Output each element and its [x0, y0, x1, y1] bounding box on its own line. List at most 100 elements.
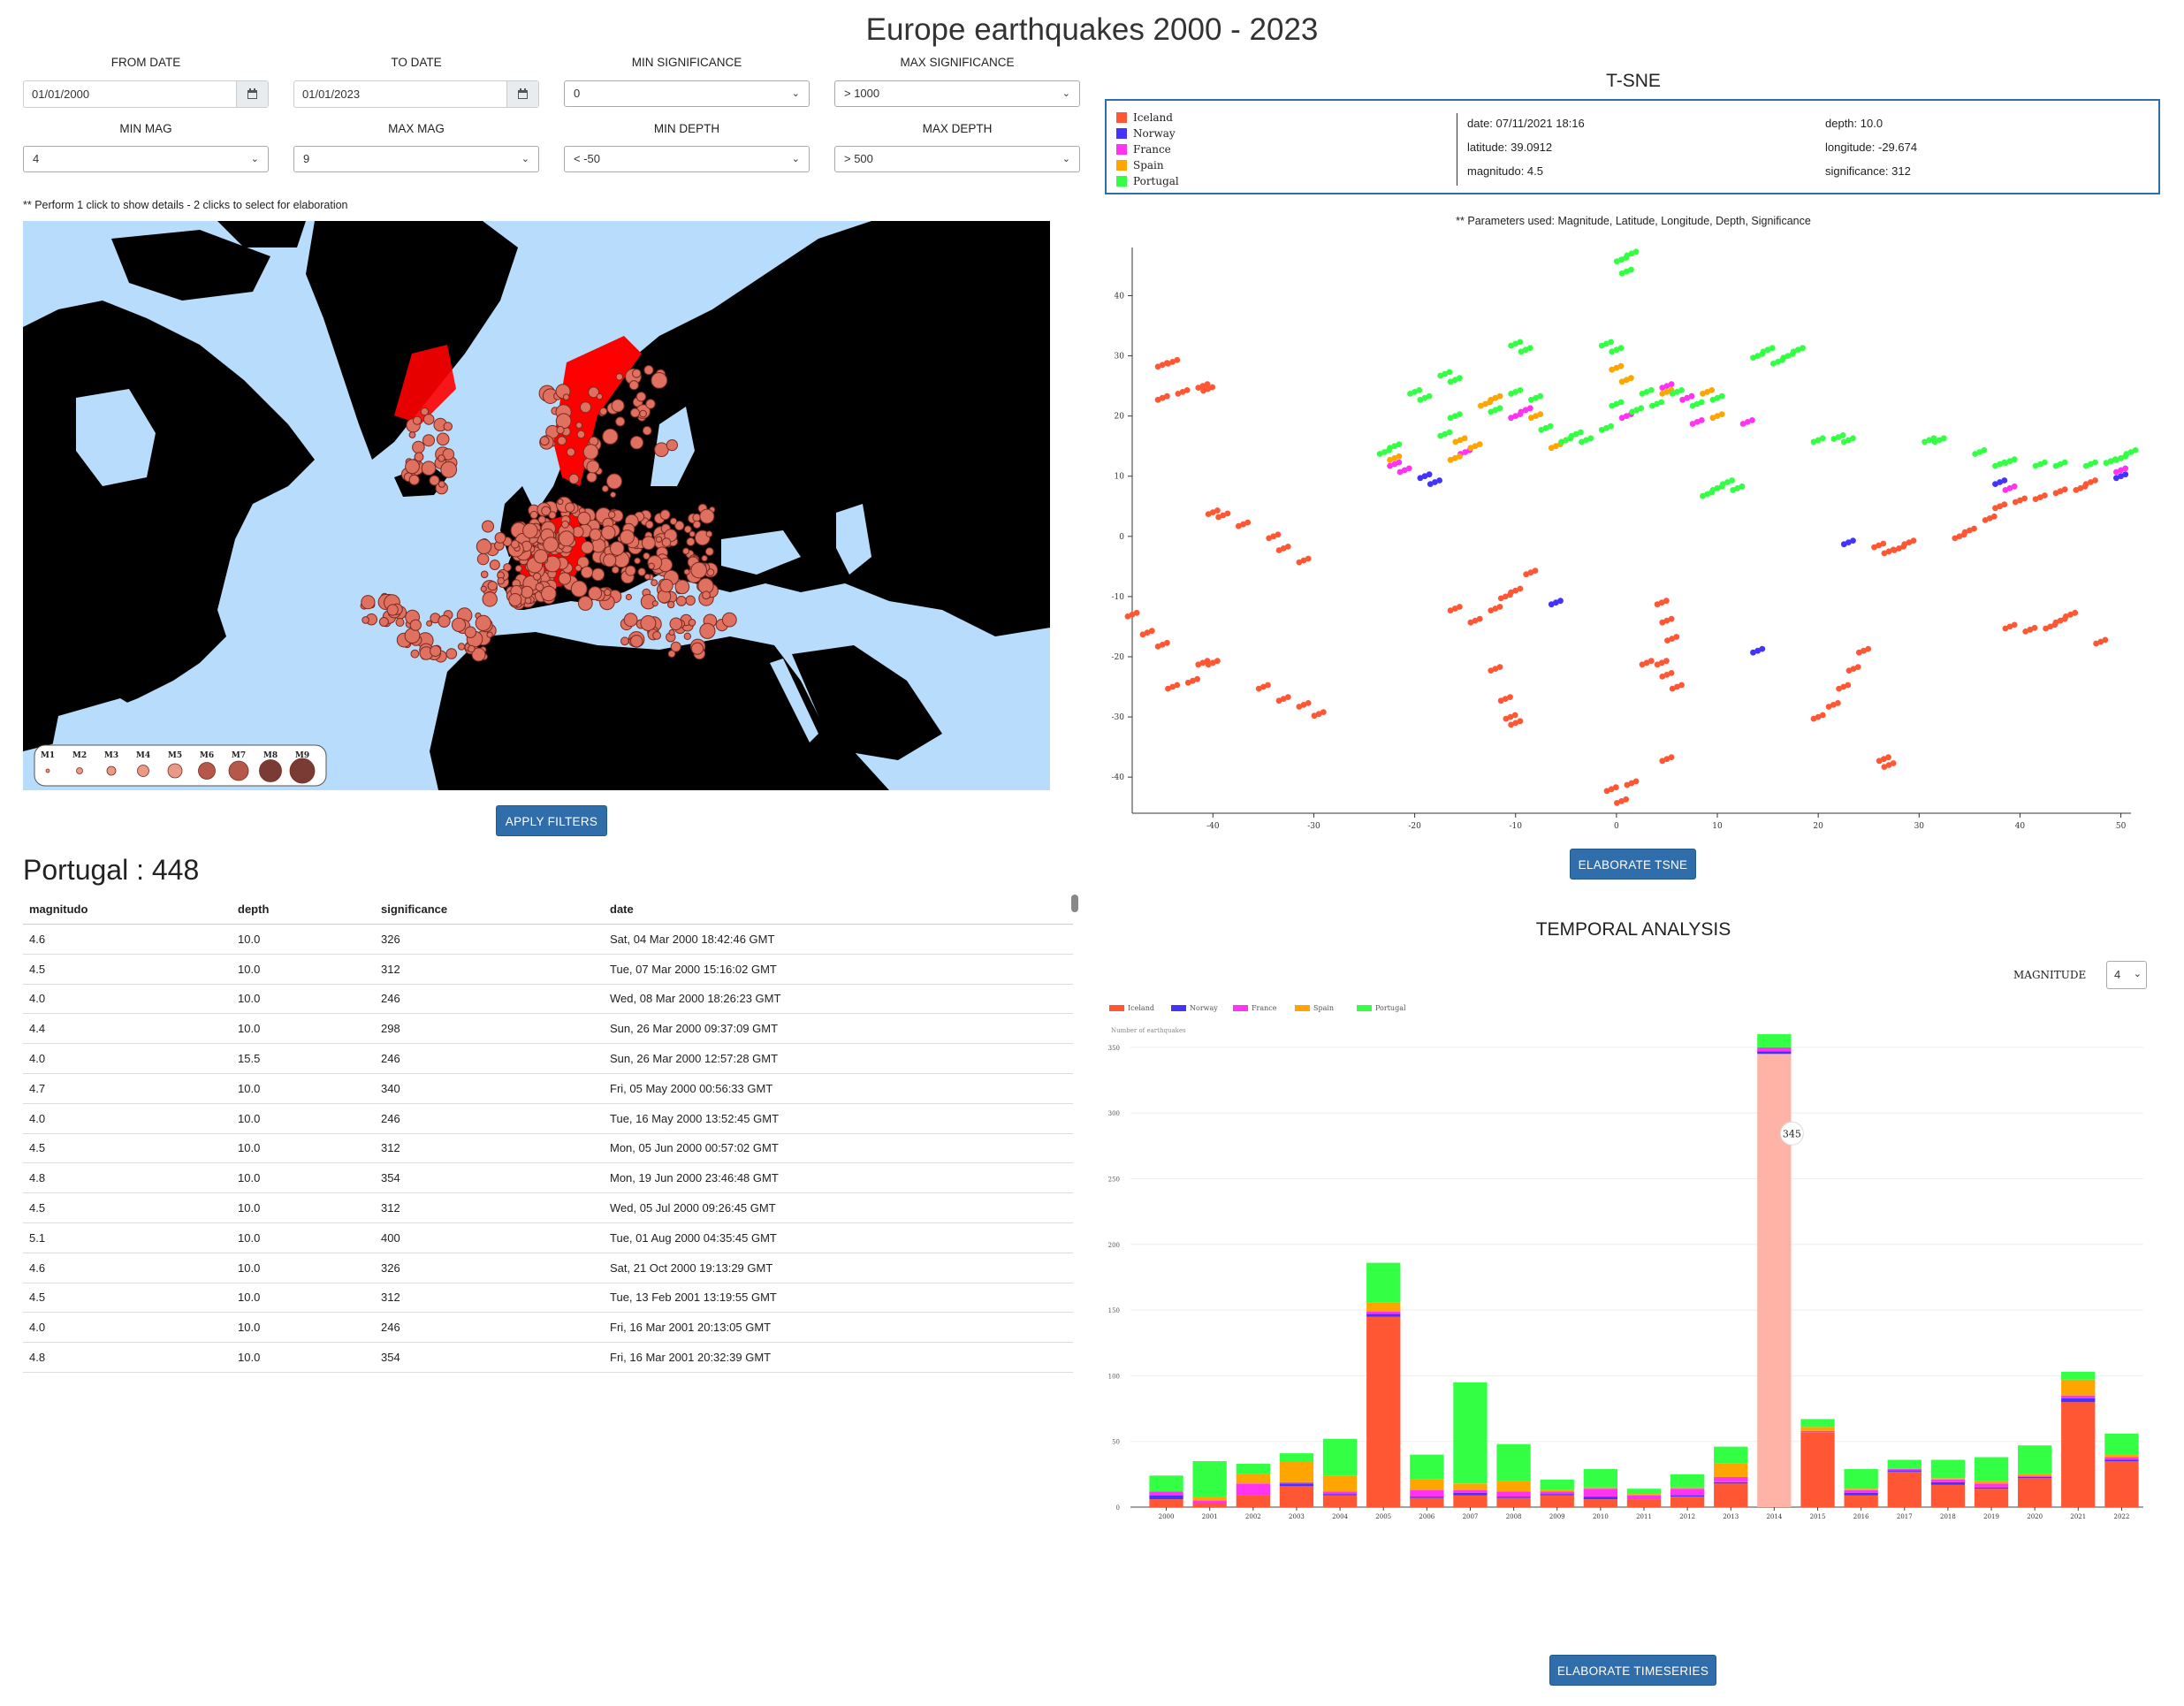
tsne-point[interactable] — [1305, 700, 1312, 706]
tsne-point[interactable] — [1275, 531, 1282, 538]
earthquake-marker[interactable] — [361, 595, 376, 610]
bar-segment[interactable] — [1757, 1054, 1792, 1507]
tsne-point[interactable] — [1476, 615, 1483, 622]
tsne-point[interactable] — [2001, 477, 2008, 484]
bar-segment[interactable] — [1714, 1481, 1748, 1484]
bar-segment[interactable] — [1453, 1495, 1488, 1507]
tsne-point[interactable] — [1678, 682, 1685, 689]
bar-segment[interactable] — [1887, 1459, 1921, 1469]
bar-segment[interactable] — [1670, 1474, 1705, 1488]
earthquake-marker[interactable] — [429, 475, 440, 486]
tsne-point[interactable] — [1628, 266, 1634, 273]
earthquake-marker[interactable] — [628, 380, 639, 391]
tsne-point[interactable] — [1532, 567, 1539, 574]
bar-segment[interactable] — [1800, 1432, 1835, 1507]
tsne-point[interactable] — [1638, 405, 1645, 412]
earthquake-marker[interactable] — [561, 520, 569, 529]
earthquake-marker[interactable] — [721, 612, 737, 628]
tsne-point[interactable] — [2122, 465, 2129, 472]
bar-segment[interactable] — [1496, 1443, 1531, 1481]
bar-segment[interactable] — [1410, 1479, 1444, 1490]
magnitude-select[interactable]: 4 ⌄ — [2106, 961, 2147, 989]
table-row[interactable]: 4.0 10.0 246 Fri, 16 Mar 2001 20:13:05 GMT — [23, 1312, 1073, 1344]
tsne-point[interactable] — [1209, 384, 1216, 391]
earthquake-marker[interactable] — [643, 552, 651, 560]
earthquake-marker[interactable] — [558, 572, 572, 585]
max-depth-select[interactable]: > 500 ⌄ — [834, 146, 1080, 172]
tsne-point[interactable] — [1990, 513, 1998, 520]
tsne-point[interactable] — [1578, 429, 1584, 436]
earthquake-marker[interactable] — [420, 407, 430, 416]
tsne-point[interactable] — [2042, 459, 2048, 466]
elaborate-timeseries-button[interactable]: ELABORATE TIMESERIES — [1549, 1655, 1716, 1686]
tsne-point[interactable] — [1194, 675, 1200, 682]
earthquake-marker[interactable] — [690, 642, 704, 655]
earthquake-marker[interactable] — [524, 597, 532, 605]
table-row[interactable]: 4.5 10.0 312 Tue, 13 Feb 2001 13:19:55 GMT — [23, 1283, 1073, 1314]
earthquake-marker[interactable] — [643, 573, 651, 581]
earthquake-marker[interactable] — [683, 568, 690, 575]
bar-segment[interactable] — [1496, 1481, 1531, 1492]
tsne-point[interactable] — [1850, 435, 1856, 442]
max-mag-select[interactable]: 9 ⌄ — [293, 146, 539, 172]
bar-segment[interactable] — [1974, 1483, 2009, 1488]
earthquake-marker[interactable] — [659, 509, 671, 521]
earthquake-marker[interactable] — [683, 525, 692, 534]
bar-segment[interactable] — [1453, 1382, 1488, 1484]
earthquake-marker[interactable] — [603, 553, 617, 567]
bar-segment[interactable] — [1410, 1454, 1444, 1480]
bar-segment[interactable] — [1974, 1487, 2009, 1489]
tsne-point[interactable] — [1612, 784, 1619, 791]
tsne-point[interactable] — [1148, 628, 1155, 635]
bar-segment[interactable] — [1322, 1475, 1358, 1492]
tsne-point[interactable] — [1517, 718, 1524, 725]
earthquake-marker[interactable] — [601, 484, 609, 492]
tsne-point[interactable] — [1759, 645, 1766, 652]
bar-segment[interactable] — [1626, 1494, 1662, 1496]
earthquake-marker[interactable] — [704, 547, 714, 556]
earthquake-marker[interactable] — [464, 626, 476, 638]
tsne-point[interactable] — [1183, 387, 1191, 393]
tsne-point[interactable] — [1678, 387, 1685, 393]
tsne-point[interactable] — [2042, 492, 2048, 499]
earthquake-marker[interactable] — [651, 600, 658, 607]
earthquake-marker[interactable] — [640, 615, 657, 631]
earthquake-marker[interactable] — [699, 508, 715, 524]
earthquake-marker[interactable] — [497, 577, 505, 585]
bar-segment[interactable] — [1496, 1497, 1531, 1498]
tsne-point[interactable] — [1698, 399, 1705, 406]
bar-segment[interactable] — [1192, 1497, 1227, 1501]
bar-segment[interactable] — [1583, 1487, 1617, 1489]
bar-segment[interactable] — [1540, 1495, 1574, 1507]
tsne-point[interactable] — [1587, 435, 1594, 442]
tsne-point[interactable] — [1174, 356, 1181, 363]
earthquake-marker[interactable] — [674, 579, 690, 595]
tsne-point[interactable] — [1845, 682, 1852, 689]
bar-segment[interactable] — [1453, 1483, 1488, 1490]
tsne-point[interactable] — [1663, 658, 1670, 665]
tsne-point[interactable] — [1396, 459, 1403, 466]
bar-segment[interactable] — [1583, 1468, 1617, 1488]
tsne-point[interactable] — [1496, 405, 1503, 412]
table-row[interactable]: 4.8 10.0 354 Mon, 19 Jun 2000 23:46:48 GMT — [23, 1162, 1073, 1194]
max-significance-select[interactable]: > 1000 ⌄ — [834, 80, 1080, 107]
bar-segment[interactable] — [1366, 1316, 1401, 1508]
tsne-point[interactable] — [2122, 471, 2129, 478]
tsne-point[interactable] — [1608, 339, 1614, 346]
bar-segment[interactable] — [2018, 1478, 2052, 1507]
bar-segment[interactable] — [1887, 1471, 1921, 1507]
earthquake-marker[interactable] — [690, 561, 708, 579]
earthquake-marker[interactable] — [682, 547, 690, 555]
tsne-point[interactable] — [1526, 405, 1533, 412]
earthquake-marker[interactable] — [482, 520, 494, 533]
earthquake-marker[interactable] — [438, 480, 445, 488]
tsne-point[interactable] — [2072, 609, 2079, 616]
earthquake-marker[interactable] — [591, 567, 605, 582]
table-row[interactable]: 4.7 10.0 340 Fri, 05 May 2000 00:56:33 GMT — [23, 1073, 1073, 1104]
tsne-point[interactable] — [1284, 694, 1291, 700]
earthquake-marker[interactable] — [543, 537, 559, 553]
earthquake-marker[interactable] — [412, 440, 425, 454]
earthquake-marker[interactable] — [669, 617, 683, 631]
tsne-point[interactable] — [1663, 598, 1670, 605]
tsne-point[interactable] — [1688, 392, 1695, 400]
